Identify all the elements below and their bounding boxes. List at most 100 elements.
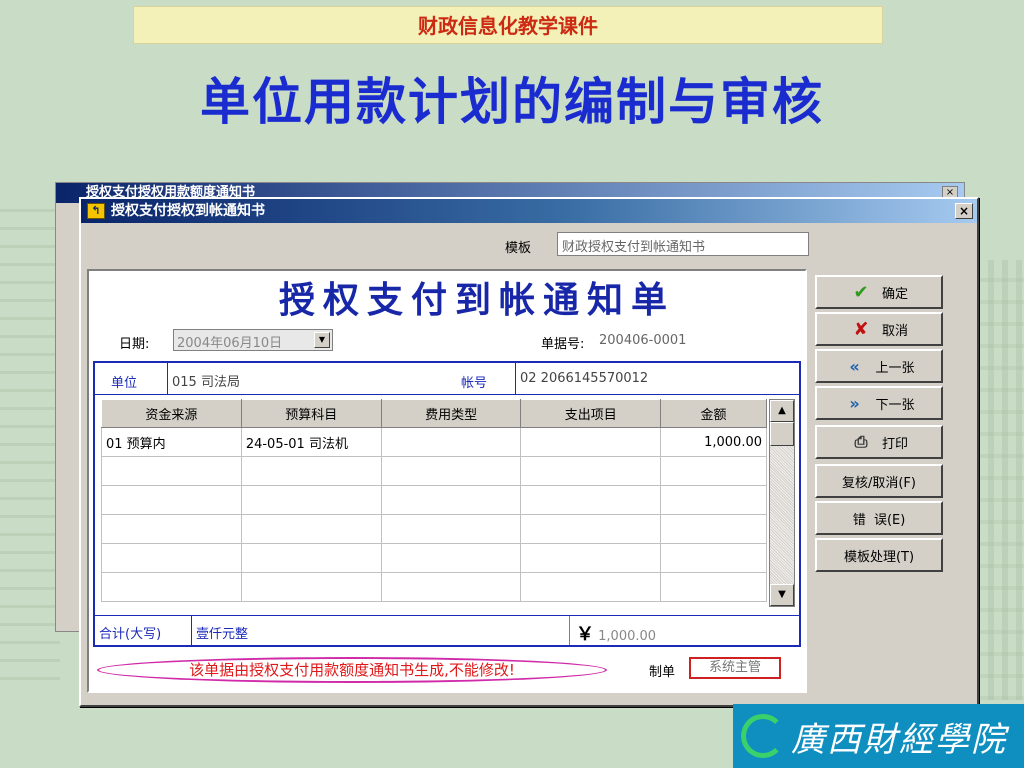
table-cell[interactable] (520, 456, 662, 486)
table-cell[interactable] (380, 543, 522, 573)
total-amount-cell: ￥ 1,000.00 (569, 616, 799, 645)
table-cell[interactable]: 1,000.00 (660, 427, 767, 457)
table-row[interactable]: 01 预算内 24-05-01 司法机 1,000.00 (101, 427, 767, 457)
prev-button[interactable]: « 上一张 (815, 349, 943, 383)
scroll-down-arrow-icon[interactable]: ▼ (770, 584, 794, 606)
table-cell[interactable] (240, 514, 382, 544)
table-cell[interactable] (520, 543, 662, 573)
window-titlebar: ↰ 授权支付授权到帐通知书 × (81, 199, 977, 223)
scroll-thumb[interactable] (770, 422, 794, 446)
chevron-down-icon[interactable]: ▼ (314, 332, 330, 348)
table-header-row: 资金来源 预算科目 费用类型 支出项目 金额 (101, 399, 767, 428)
docno-label: 单据号: (541, 337, 585, 352)
window-close-button[interactable]: × (955, 203, 973, 219)
maker-field: 系统主管 (689, 657, 781, 679)
course-banner: 财政信息化教学课件 (133, 6, 883, 44)
detail-grid-box: 单位 015 司法局 帐号 02 2066145570012 资金来源 预算科目… (93, 361, 801, 647)
account-label: 帐号 (461, 376, 488, 391)
table-cell[interactable] (380, 427, 522, 457)
table-cell[interactable] (101, 514, 242, 544)
table-cell[interactable] (660, 485, 767, 515)
total-label: 合计(大写) (99, 627, 162, 642)
slide-title: 单位用款计划的编制与审核 (200, 72, 824, 131)
table-cell[interactable]: 01 预算内 (101, 427, 242, 457)
table-cell[interactable] (520, 572, 662, 602)
table-cell[interactable] (380, 572, 522, 602)
prev-label: 上一张 (875, 360, 915, 376)
college-emblem-icon (741, 714, 785, 758)
readonly-notice: 该单据由授权支付用款额度通知书生成,不能修改! (97, 657, 607, 683)
template-field[interactable]: 财政授权支付到帐通知书 (557, 232, 809, 256)
error-label: 错 误(E) (852, 512, 906, 528)
total-row: 合计(大写) 壹仟元整 ￥ 1,000.00 (95, 615, 799, 645)
total-words: 壹仟元整 (191, 616, 571, 645)
unit-label: 单位 (111, 376, 138, 391)
date-value: 2004年06月10日 (177, 336, 283, 351)
confirm-button[interactable]: ✔ 确定 (815, 275, 943, 309)
date-field[interactable]: 2004年06月10日 ▼ (173, 329, 333, 351)
unit-field[interactable]: 015 司法局 (167, 363, 437, 394)
table-cell[interactable] (380, 456, 522, 486)
college-logo: 廣西財經學院 (733, 704, 1024, 768)
scroll-up-arrow-icon[interactable]: ▲ (770, 400, 794, 422)
table-cell[interactable] (520, 427, 662, 457)
table-cell[interactable] (101, 456, 242, 486)
yuan-symbol: ￥ (576, 624, 594, 645)
background-pattern-left (0, 200, 60, 680)
review-label: 复核/取消(F) (841, 475, 916, 491)
column-header[interactable]: 金额 (660, 399, 767, 428)
form-panel: 授权支付到帐通知单 日期: 2004年06月10日 ▼ 单据号: 200406-… (87, 269, 807, 693)
date-label: 日期: (119, 337, 150, 352)
check-icon: ✔ (853, 281, 869, 303)
column-header[interactable]: 费用类型 (380, 399, 522, 428)
table-cell[interactable] (240, 543, 382, 573)
table-cell[interactable] (520, 485, 662, 515)
column-header[interactable]: 支出项目 (520, 399, 662, 428)
vertical-scrollbar[interactable]: ▲ ▼ (769, 399, 795, 607)
double-left-arrow-icon: « (849, 356, 860, 376)
table-cell[interactable] (101, 543, 242, 573)
docno-value: 200406-0001 (599, 333, 687, 348)
table-row[interactable] (101, 485, 767, 515)
table-cell[interactable] (660, 456, 767, 486)
template-label: 模板 (505, 241, 532, 256)
total-amount: 1,000.00 (598, 629, 657, 644)
print-button[interactable]: ⎙ 打印 (815, 425, 943, 459)
table-cell[interactable] (660, 572, 767, 602)
table-cell[interactable] (101, 572, 242, 602)
cancel-label: 取消 (881, 323, 908, 339)
account-field[interactable]: 02 2066145570012 (515, 363, 801, 394)
column-header[interactable]: 预算科目 (240, 399, 382, 428)
table-cell[interactable]: 24-05-01 司法机 (240, 427, 382, 457)
table-cell[interactable] (101, 485, 242, 515)
table-cell[interactable] (380, 485, 522, 515)
table-row[interactable] (101, 456, 767, 486)
window-title: 授权支付授权到帐通知书 (111, 203, 265, 219)
template-process-button[interactable]: 模板处理(T) (815, 538, 943, 572)
table-cell[interactable] (380, 514, 522, 544)
form-title: 授权支付到帐通知单 (278, 279, 675, 321)
confirm-label: 确定 (881, 286, 908, 302)
app-icon: ↰ (87, 203, 105, 219)
college-name: 廣西財經學院 (791, 719, 1007, 760)
next-button[interactable]: » 下一张 (815, 386, 943, 420)
table-row[interactable] (101, 514, 767, 544)
printer-icon: ⎙ (854, 432, 868, 451)
table-cell[interactable] (240, 485, 382, 515)
table-cell[interactable] (240, 572, 382, 602)
detail-table: 资金来源 预算科目 费用类型 支出项目 金额 01 预算内 24-05-01 司… (101, 399, 767, 602)
print-label: 打印 (881, 436, 908, 452)
error-button[interactable]: 错 误(E) (815, 501, 943, 535)
table-row[interactable] (101, 572, 767, 602)
column-header[interactable]: 资金来源 (101, 399, 242, 428)
review-button[interactable]: 复核/取消(F) (815, 464, 943, 498)
table-row[interactable] (101, 543, 767, 573)
table-cell[interactable] (660, 543, 767, 573)
table-cell[interactable] (660, 514, 767, 544)
cancel-button[interactable]: ✘ 取消 (815, 312, 943, 346)
table-cell[interactable] (520, 514, 662, 544)
table-cell[interactable] (240, 456, 382, 486)
next-label: 下一张 (875, 397, 915, 413)
maker-label: 制单 (649, 665, 676, 680)
notice-window: ↰ 授权支付授权到帐通知书 × 模板 财政授权支付到帐通知书 授权支付到帐通知单… (79, 197, 979, 707)
